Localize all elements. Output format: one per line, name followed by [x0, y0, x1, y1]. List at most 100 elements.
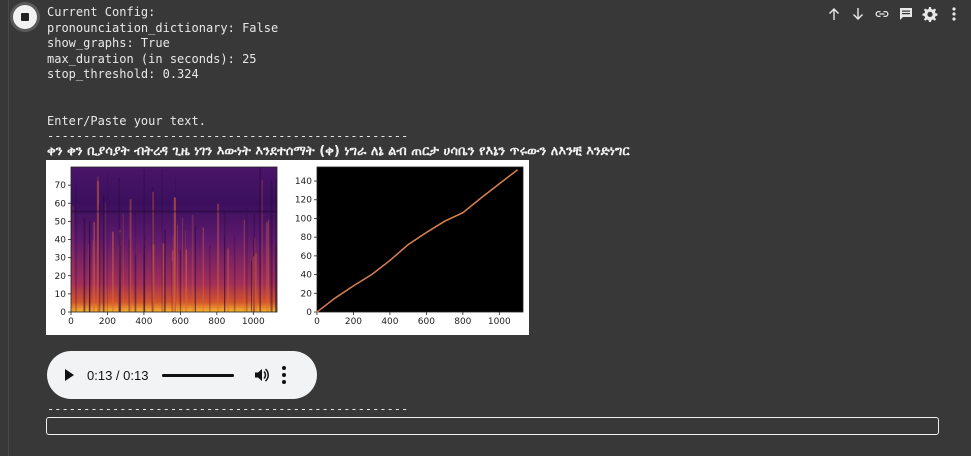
y-tick-label: 40: [55, 236, 67, 246]
spectrogram-stripe: [112, 231, 114, 312]
x-tick-label: 0: [68, 317, 74, 327]
cell-toolbar: [825, 4, 963, 24]
spectrogram-stripe: [122, 213, 124, 312]
link-icon[interactable]: [873, 5, 891, 23]
x-tick-label: 400: [381, 317, 398, 327]
spectrogram-stripe: [191, 214, 194, 312]
audio-seek-bar[interactable]: [162, 373, 235, 377]
spectrogram-stripe: [134, 255, 137, 312]
config-line-dictionary: pronounciation_dictionary: False: [47, 20, 279, 35]
x-tick-label: 600: [172, 317, 189, 327]
spectrogram-stripe: [259, 167, 261, 312]
spectrogram-stripe: [194, 225, 196, 312]
y-tick-label: 60: [55, 199, 67, 209]
spectrogram-stripe: [143, 169, 145, 312]
input-text-echo: ቀን ቀን ቢያሳያት ብትረዳ ጊዜ ነገን እውነት እንደተሰማት (ቀ)…: [47, 144, 630, 159]
graphs-figure: 0 200 400 600 800 1000 0 10 20 30 40 50 60 70 0 200 400…: [46, 160, 529, 335]
y-tick-label: 80: [301, 233, 313, 243]
spectrogram-stripe: [179, 249, 182, 312]
gear-icon[interactable]: [921, 5, 939, 23]
y-tick-label: 40: [301, 271, 313, 281]
spectrogram-stripe: [83, 218, 86, 312]
y-tick-label: 50: [55, 217, 67, 227]
spectrogram-stripe: [172, 234, 174, 312]
spectrogram-stripe: [72, 206, 74, 312]
y-tick-label: 0: [60, 308, 66, 318]
spectrogram-stripe: [98, 205, 101, 312]
spectrogram-stripe: [251, 261, 252, 312]
spectrogram-stripe: [202, 227, 204, 312]
comment-icon[interactable]: [897, 5, 915, 23]
x-tick-label: 600: [418, 317, 435, 327]
enter-text-prompt: Enter/Paste your text.: [47, 114, 206, 128]
spectrogram-stripe: [118, 177, 120, 312]
separator-top: ----------------------------------------…: [47, 129, 409, 143]
spectrogram-stripe: [209, 245, 211, 312]
y-tick-label: 100: [295, 214, 312, 224]
graphs-svg: 0 200 400 600 800 1000010203040506070 0 200 400…: [55, 166, 524, 327]
audio-player[interactable]: 0:13 / 0:13: [47, 351, 317, 399]
spectrogram-stripe: [254, 237, 256, 312]
spectrogram-stripe: [107, 172, 108, 312]
y-tick-label: 70: [55, 181, 67, 191]
run-cell-button[interactable]: [13, 5, 37, 29]
x-tick-label: 0: [314, 317, 320, 327]
config-line-stop-threshold: stop_threshold: 0.324: [47, 67, 199, 81]
spectrogram-stripe: [161, 169, 163, 312]
spectrogram-band: [71, 210, 277, 213]
arrow-up-icon[interactable]: [825, 5, 843, 23]
y-tick-label: 20: [301, 289, 313, 299]
x-tick-label: 800: [208, 317, 225, 327]
spectrogram-stripe: [227, 248, 229, 312]
spectrogram-stripe: [128, 239, 130, 312]
spectrogram-stripe: [217, 203, 220, 312]
y-tick-label: 10: [55, 290, 67, 300]
spectrogram-stripe: [185, 249, 188, 312]
y-tick-label: 60: [301, 252, 313, 262]
spectrogram-stripe: [104, 202, 106, 312]
x-tick-label: 200: [99, 317, 116, 327]
x-tick-label: 1000: [488, 317, 511, 327]
play-icon[interactable]: [65, 369, 74, 381]
spectrogram-stripe: [265, 222, 268, 312]
spectrogram-stripe: [275, 246, 277, 312]
audio-time: 0:13 / 0:13: [87, 367, 149, 383]
more-vert-icon[interactable]: [945, 5, 963, 23]
more-vert-icon[interactable]: [282, 366, 287, 384]
x-tick-label: 400: [135, 317, 152, 327]
spectrogram-stripe: [233, 235, 236, 312]
spectrogram-stripe: [224, 211, 226, 312]
spectrogram-stripe: [102, 195, 105, 312]
spectrogram-stripe: [152, 244, 155, 312]
y-tick-label: 140: [295, 177, 312, 187]
cell-gutter: [8, 0, 9, 456]
audio-seek-progress: [162, 373, 235, 377]
y-tick-label: 0: [306, 308, 312, 318]
spectrogram-stripe: [171, 260, 173, 312]
volume-icon[interactable]: [254, 367, 270, 383]
separator-bottom: ----------------------------------------…: [47, 402, 409, 416]
spectrogram-stripe: [92, 240, 94, 312]
spectrogram-stripe: [177, 224, 178, 312]
spectrogram-stripe: [261, 179, 263, 312]
stop-icon: [21, 13, 29, 21]
config-line-max-duration: max_duration (in seconds): 25: [47, 51, 257, 66]
x-tick-label: 1000: [242, 317, 265, 327]
text-input-field[interactable]: [46, 417, 939, 435]
y-tick-label: 30: [55, 254, 67, 264]
spectrogram-stripe: [173, 197, 176, 312]
arrow-down-icon[interactable]: [849, 5, 867, 23]
spectrogram-stripe: [75, 183, 77, 312]
x-tick-label: 200: [345, 317, 362, 327]
spectrogram-stripe: [255, 253, 257, 312]
x-tick-label: 800: [454, 317, 471, 327]
spectrogram-stripe: [182, 217, 183, 312]
spectrogram-stripe: [164, 229, 166, 312]
spectrogram-stripe: [89, 220, 91, 312]
spectrogram-stripe: [129, 199, 132, 312]
config-line-show-graphs: show_graphs: True: [47, 36, 170, 50]
spectrogram-stripe: [267, 219, 269, 312]
y-tick-label: 20: [55, 272, 67, 282]
spectrogram-stripe: [243, 219, 245, 312]
config-header: Current Config:: [47, 5, 156, 19]
